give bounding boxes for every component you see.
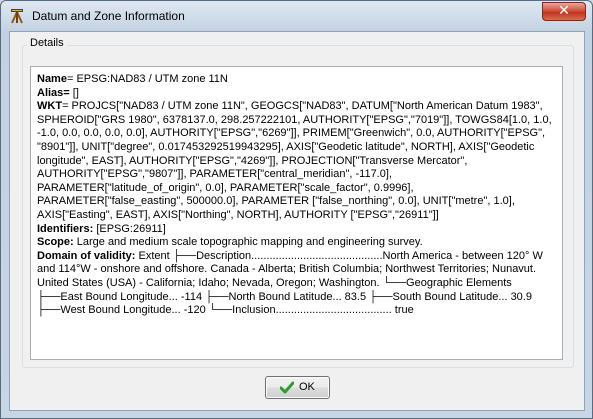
wkt-value: PROJCS["NAD83 / UTM zone 11N", GEOGCS["N… [37,100,552,221]
ok-button[interactable]: OK [265,376,330,399]
tripod-icon [11,9,23,24]
wkt-label: WKT [37,100,63,113]
domain-label: Domain of validity [37,249,132,262]
close-button[interactable]: ✕ [542,2,586,21]
title-bar[interactable]: Datum and Zone Information ✕ [1,1,592,31]
details-group: Name= EPSG:NAD83 / UTM zone 11N Alias= [… [22,45,574,368]
checkmark-icon [280,381,294,394]
alias-value: [] [72,86,79,99]
name-value: EPSG:NAD83 / UTM zone 11N [76,73,228,85]
details-text-area[interactable]: Name= EPSG:NAD83 / UTM zone 11N Alias= [… [30,66,563,360]
close-icon: ✕ [558,3,570,19]
details-group-label: Details [27,37,67,49]
ok-button-label: OK [299,381,315,393]
scope-value: Large and medium scale topographic mappi… [76,236,423,249]
name-label: Name [37,73,67,85]
identifiers-label: Identifiers [37,222,90,235]
scope-label: Scope [37,236,71,249]
window-title: Datum and Zone Information [32,9,185,23]
dialog-body: Name= EPSG:NAD83 / UTM zone 11N Alias= [… [9,31,585,411]
identifiers-value: [EPSG:26911] [96,222,166,235]
dialog-window: Datum and Zone Information ✕ Name= EPSG:… [0,0,593,419]
alias-label: Alias [37,86,64,99]
